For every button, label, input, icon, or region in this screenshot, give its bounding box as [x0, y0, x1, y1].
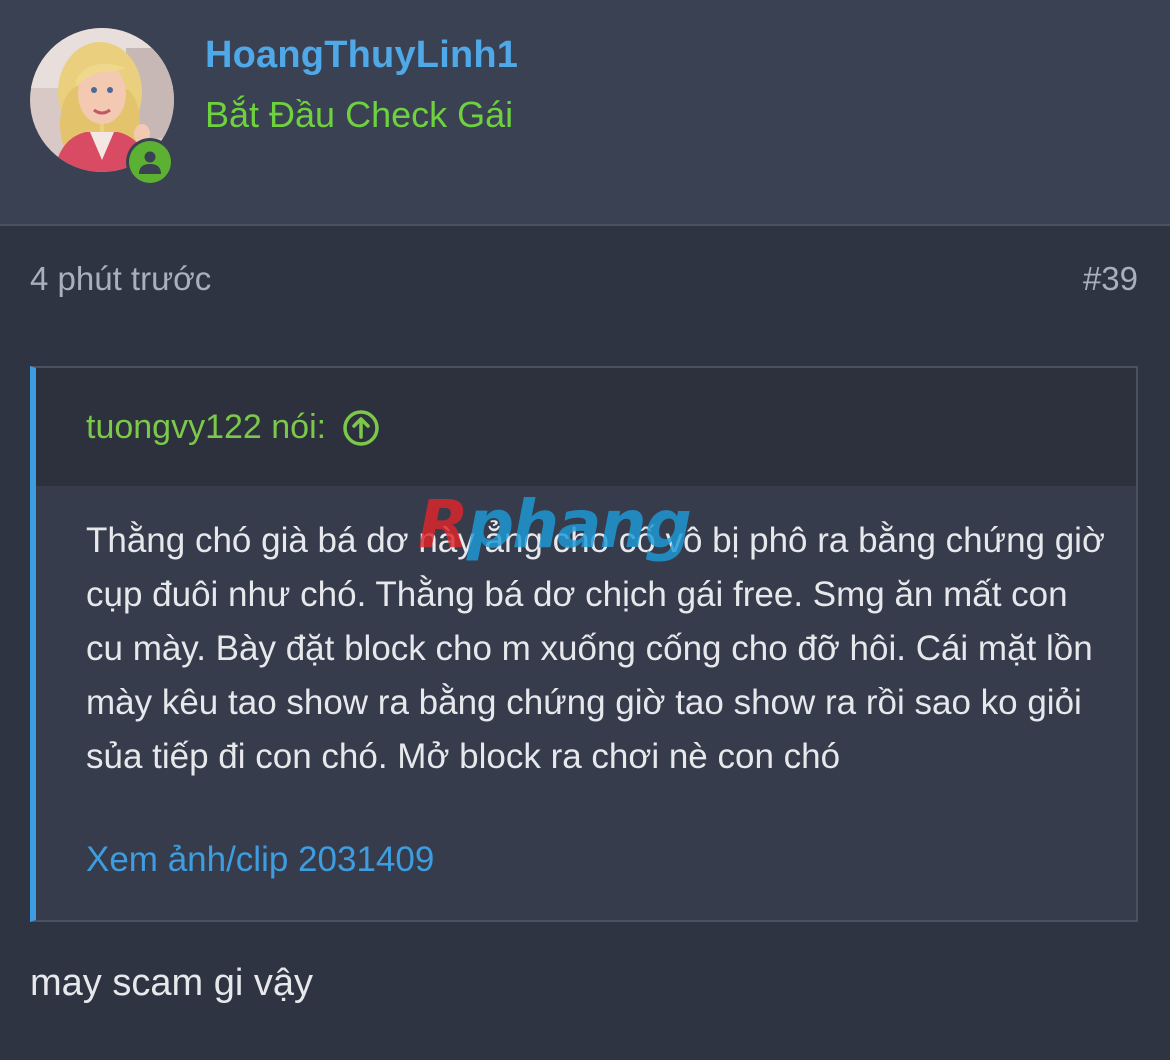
user-online-icon: [129, 141, 171, 183]
username-link[interactable]: HoangThuyLinh1: [205, 34, 518, 77]
quote-author-label: tuongvy122 nói:: [86, 408, 327, 446]
online-status-badge: [126, 138, 174, 186]
quote-body-text: Thằng chó già bá dơ này ẳng cho cố vô bị…: [86, 521, 1105, 776]
quote-header: tuongvy122 nói:: [36, 368, 1136, 486]
post-user-header: HoangThuyLinh1 Bắt Đầu Check Gái: [0, 0, 1170, 226]
post-number-link[interactable]: #39: [1083, 260, 1138, 298]
post-timestamp[interactable]: 4 phút trước: [30, 260, 211, 298]
quote-media-link[interactable]: Xem ảnh/clip 2031409: [86, 840, 434, 880]
avatar-container[interactable]: [30, 28, 176, 186]
quote-author-link[interactable]: tuongvy122 nói:: [86, 408, 380, 447]
arrow-up-circle-icon[interactable]: [342, 409, 380, 447]
post-message-text: may scam gi vậy: [30, 962, 313, 1004]
quote-block: tuongvy122 nói: Thằng chó già bá dơ này …: [30, 366, 1138, 922]
user-title: Bắt Đầu Check Gái: [205, 94, 514, 135]
